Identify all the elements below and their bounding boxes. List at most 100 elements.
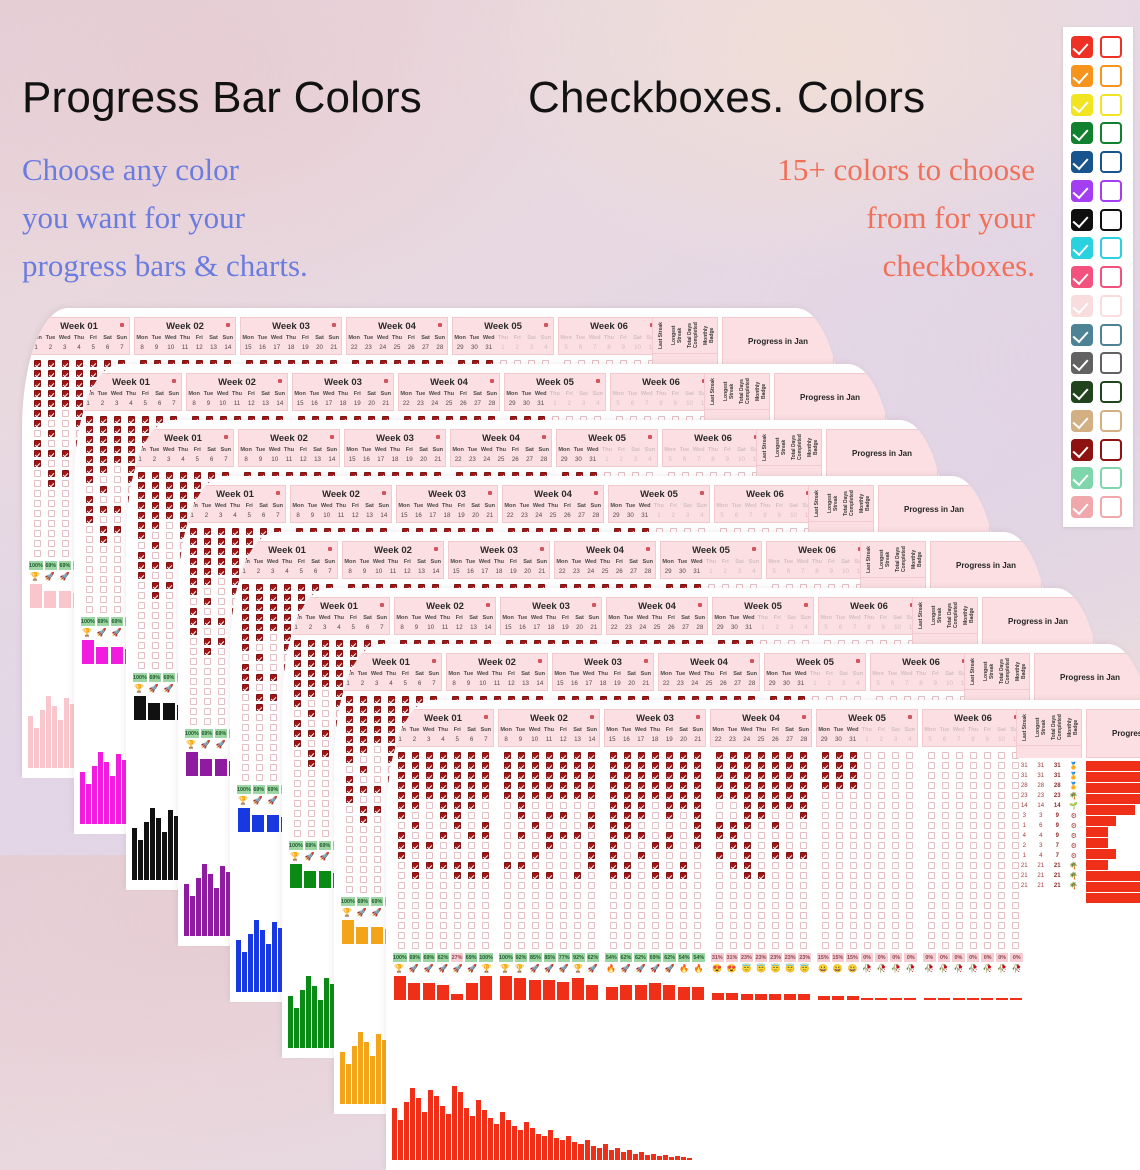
checkbox-unchecked[interactable]	[652, 822, 659, 829]
checkbox-checked[interactable]	[744, 782, 751, 789]
checkbox-cell[interactable]	[754, 890, 768, 900]
checkbox-unchecked[interactable]	[956, 792, 963, 799]
checkbox-checked[interactable]	[624, 782, 631, 789]
checkbox-unchecked[interactable]	[440, 892, 447, 899]
checkbox-checked[interactable]	[308, 650, 315, 657]
checkbox-cell[interactable]	[370, 764, 384, 774]
checkbox-unchecked[interactable]	[984, 802, 991, 809]
checkbox-cell[interactable]	[768, 850, 782, 860]
checkbox-unchecked[interactable]	[574, 842, 581, 849]
checkbox-cell[interactable]	[888, 910, 902, 920]
habit-row[interactable]	[394, 780, 492, 790]
checkbox-unchecked[interactable]	[482, 882, 489, 889]
checkbox-unchecked[interactable]	[956, 812, 963, 819]
checkbox-cell[interactable]	[584, 810, 598, 820]
checkbox-unchecked[interactable]	[532, 942, 539, 949]
checkbox-unchecked[interactable]	[956, 882, 963, 889]
checkbox-cell[interactable]	[606, 850, 620, 860]
habit-row[interactable]	[500, 830, 598, 840]
checkbox-cell[interactable]	[478, 780, 492, 790]
checkbox-cell[interactable]	[356, 724, 370, 734]
checkbox-checked[interactable]	[588, 762, 595, 769]
checkbox-cell[interactable]	[994, 840, 1008, 850]
checkbox-cell[interactable]	[422, 930, 436, 940]
checkbox-unchecked[interactable]	[998, 862, 1005, 869]
checkbox-unchecked[interactable]	[984, 942, 991, 949]
checkbox-cell[interactable]	[464, 940, 478, 950]
checkbox-cell[interactable]	[740, 750, 754, 760]
checkbox-cell[interactable]	[584, 790, 598, 800]
checkbox-cell[interactable]	[634, 870, 648, 880]
checkbox-unchecked[interactable]	[468, 812, 475, 819]
checkbox-cell[interactable]	[676, 810, 690, 820]
checkbox-unchecked[interactable]	[652, 892, 659, 899]
checkbox-cell[interactable]	[620, 880, 634, 890]
habit-row[interactable]	[924, 910, 1022, 920]
checkbox-unchecked[interactable]	[518, 842, 525, 849]
checkbox-unchecked[interactable]	[308, 700, 315, 707]
checkbox-cell[interactable]	[846, 830, 860, 840]
checkbox-checked[interactable]	[666, 782, 673, 789]
checkbox-cell[interactable]	[874, 900, 888, 910]
checkbox-cell[interactable]	[356, 704, 370, 714]
checkbox-cell[interactable]	[924, 860, 938, 870]
checkbox-unchecked[interactable]	[412, 942, 419, 949]
checkbox-cell[interactable]	[966, 880, 980, 890]
checkbox-cell[interactable]	[938, 790, 952, 800]
habit-row[interactable]	[606, 920, 704, 930]
checkbox-cell[interactable]	[818, 940, 832, 950]
checkbox-unchecked[interactable]	[532, 892, 539, 899]
checkbox-cell[interactable]	[966, 800, 980, 810]
checkbox-checked[interactable]	[800, 772, 807, 779]
checkbox-cell[interactable]	[422, 820, 436, 830]
checkbox-cell[interactable]	[304, 688, 318, 698]
checkbox-cell[interactable]	[304, 738, 318, 748]
checkbox-cell[interactable]	[436, 890, 450, 900]
checkbox-checked[interactable]	[730, 782, 737, 789]
checkbox-cell[interactable]	[450, 800, 464, 810]
checkbox-cell[interactable]	[676, 850, 690, 860]
checkbox-cell[interactable]	[662, 770, 676, 780]
checkbox-unchecked[interactable]	[730, 872, 737, 879]
habit-row[interactable]	[818, 820, 916, 830]
checkbox-unchecked[interactable]	[970, 832, 977, 839]
checkbox-cell[interactable]	[924, 890, 938, 900]
checkbox-unchecked[interactable]	[624, 852, 631, 859]
checkbox-unchecked[interactable]	[928, 792, 935, 799]
checkbox-checked[interactable]	[786, 792, 793, 799]
checkbox-checked[interactable]	[308, 750, 315, 757]
checkbox-checked[interactable]	[850, 782, 857, 789]
habit-row[interactable]	[712, 900, 810, 910]
checkbox-checked[interactable]	[716, 822, 723, 829]
checkbox-cell[interactable]	[584, 910, 598, 920]
checkbox-unchecked[interactable]	[864, 762, 871, 769]
checkbox-checked[interactable]	[800, 852, 807, 859]
checkbox-cell[interactable]	[796, 790, 810, 800]
checkbox-cell[interactable]	[980, 760, 994, 770]
checkbox-cell[interactable]	[740, 940, 754, 950]
checkbox-cell[interactable]	[846, 780, 860, 790]
checkbox-cell[interactable]	[304, 778, 318, 788]
checkbox-unchecked[interactable]	[398, 922, 405, 929]
checkbox-cell[interactable]	[952, 820, 966, 830]
checkbox-cell[interactable]	[888, 920, 902, 930]
checkbox-unchecked[interactable]	[786, 872, 793, 879]
checkbox-unchecked[interactable]	[998, 772, 1005, 779]
checkbox-cell[interactable]	[500, 900, 514, 910]
checkbox-checked[interactable]	[468, 862, 475, 869]
checkbox-cell[interactable]	[980, 910, 994, 920]
checkbox-cell[interactable]	[740, 900, 754, 910]
checkbox-unchecked[interactable]	[588, 902, 595, 909]
checkbox-cell[interactable]	[980, 820, 994, 830]
checkbox-unchecked[interactable]	[878, 922, 885, 929]
checkbox-cell[interactable]	[874, 850, 888, 860]
checkbox-checked[interactable]	[638, 752, 645, 759]
checkbox-checked[interactable]	[518, 752, 525, 759]
checkbox-checked[interactable]	[822, 752, 829, 759]
checkbox-cell[interactable]	[514, 780, 528, 790]
habit-row[interactable]	[606, 780, 704, 790]
checkbox-cell[interactable]	[690, 940, 704, 950]
checkbox-cell[interactable]	[408, 880, 422, 890]
checkbox-unchecked[interactable]	[850, 812, 857, 819]
checkbox-cell[interactable]	[676, 870, 690, 880]
